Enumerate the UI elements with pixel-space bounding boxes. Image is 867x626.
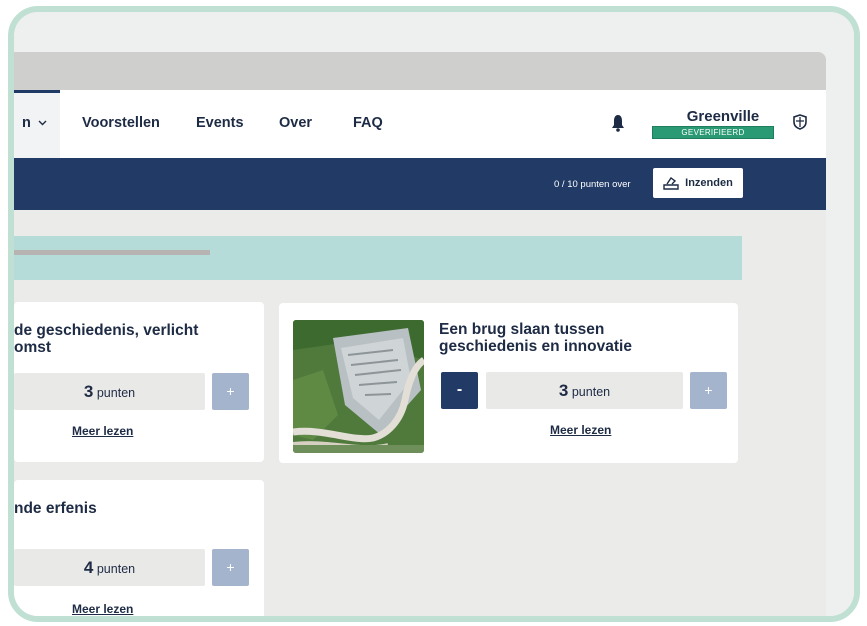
submit-label: Inzenden: [685, 177, 733, 189]
proposal-image: [293, 320, 424, 453]
info-banner: [14, 236, 742, 280]
points-display: 4 punten: [14, 549, 205, 586]
app-window: n Voorstellen Events Over FAQ Greenville…: [14, 52, 826, 616]
proposal-title: de geschiedenis, verlicht omst: [14, 322, 199, 356]
points-remaining: 0 / 10 punten over: [554, 179, 631, 190]
read-more-link[interactable]: Meer lezen: [72, 602, 133, 616]
proposal-card: nde erfenis 4 punten + Meer lezen: [14, 480, 264, 616]
aerial-photo: [293, 320, 424, 453]
points-display: 3 punten: [486, 372, 683, 409]
window-title-bar: [14, 52, 826, 90]
device-frame: n Voorstellen Events Over FAQ Greenville…: [8, 6, 860, 622]
nav-item-events[interactable]: Events: [196, 115, 244, 131]
chevron-down-icon: [38, 120, 47, 126]
submit-button[interactable]: Inzenden: [653, 168, 743, 198]
nav-active-item[interactable]: n: [14, 90, 60, 158]
ballot-box-icon: [663, 176, 679, 190]
nav-item-voorstellen[interactable]: Voorstellen: [82, 115, 160, 131]
proposal-card: de geschiedenis, verlicht omst 3 punten …: [14, 302, 264, 462]
proposal-title: nde erfenis: [14, 500, 97, 517]
verified-badge: GEVERIFIEERD: [652, 126, 774, 139]
proposal-title: Een brug slaan tussen geschiedenis en in…: [439, 321, 632, 355]
top-navigation: n Voorstellen Events Over FAQ Greenville…: [14, 90, 826, 158]
nav-active-indicator: [14, 90, 60, 93]
decrease-points-button[interactable]: -: [441, 372, 478, 409]
nav-item-over[interactable]: Over: [279, 115, 312, 131]
budget-bar: 0 / 10 punten over Inzenden: [14, 158, 826, 210]
shield-icon[interactable]: [793, 114, 807, 130]
points-display: 3 punten: [14, 373, 205, 410]
read-more-link[interactable]: Meer lezen: [72, 424, 133, 438]
read-more-link[interactable]: Meer lezen: [550, 423, 611, 437]
increase-points-button[interactable]: +: [690, 372, 727, 409]
increase-points-button[interactable]: +: [212, 549, 249, 586]
increase-points-button[interactable]: +: [212, 373, 249, 410]
user-name[interactable]: Greenville: [664, 108, 782, 125]
bell-icon[interactable]: [611, 114, 625, 132]
banner-placeholder-line: [14, 250, 210, 255]
nav-item-partial[interactable]: n: [22, 115, 47, 131]
proposal-card: Een brug slaan tussen geschiedenis en in…: [279, 303, 738, 463]
nav-item-faq[interactable]: FAQ: [353, 115, 383, 131]
